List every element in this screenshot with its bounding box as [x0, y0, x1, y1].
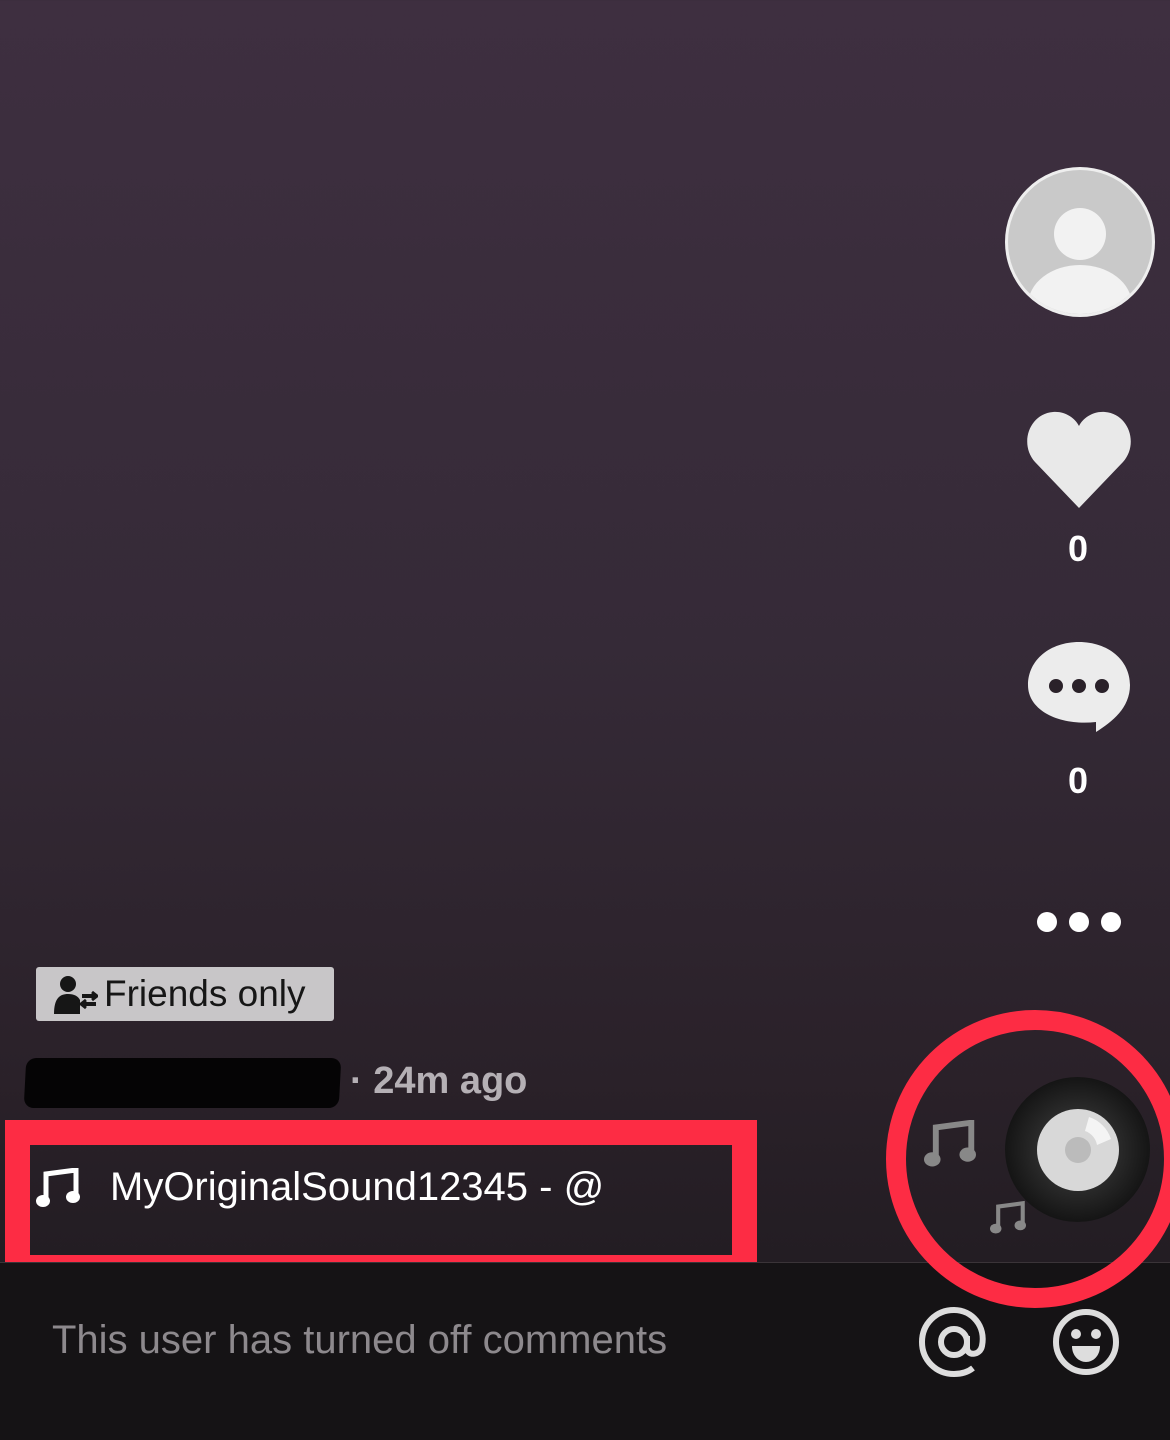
- at-sign-icon: [918, 1306, 986, 1378]
- like-count: 0: [1067, 528, 1089, 569]
- mention-button[interactable]: [918, 1306, 990, 1383]
- comment-button[interactable]: [1026, 640, 1132, 747]
- annotation-highlight-circle: [886, 1010, 1170, 1308]
- smiley-icon: [1053, 1309, 1119, 1375]
- friends-icon: [54, 976, 98, 1014]
- post-time: · 24m ago: [350, 1060, 528, 1102]
- privacy-badge: Friends only: [36, 967, 334, 1021]
- heart-icon: [1027, 411, 1131, 508]
- comment-count: 0: [1067, 760, 1089, 801]
- privacy-badge-label: Friends only: [104, 973, 306, 1014]
- redacted-username: [23, 1058, 342, 1108]
- music-note-icon: [36, 1167, 80, 1207]
- sound-name: MyOriginalSound12345 - @: [110, 1165, 605, 1209]
- more-options-button[interactable]: [1035, 908, 1125, 941]
- ellipsis-icon: [1037, 912, 1121, 932]
- comment-bubble-icon: [1028, 642, 1130, 732]
- default-user-icon: [1028, 208, 1132, 314]
- like-button[interactable]: [1025, 410, 1133, 515]
- creator-avatar[interactable]: [1005, 167, 1155, 317]
- sound-link[interactable]: MyOriginalSound12345 - @: [36, 1165, 604, 1210]
- comments-disabled-text: This user has turned off comments: [52, 1318, 668, 1362]
- emoji-button[interactable]: [1052, 1308, 1120, 1381]
